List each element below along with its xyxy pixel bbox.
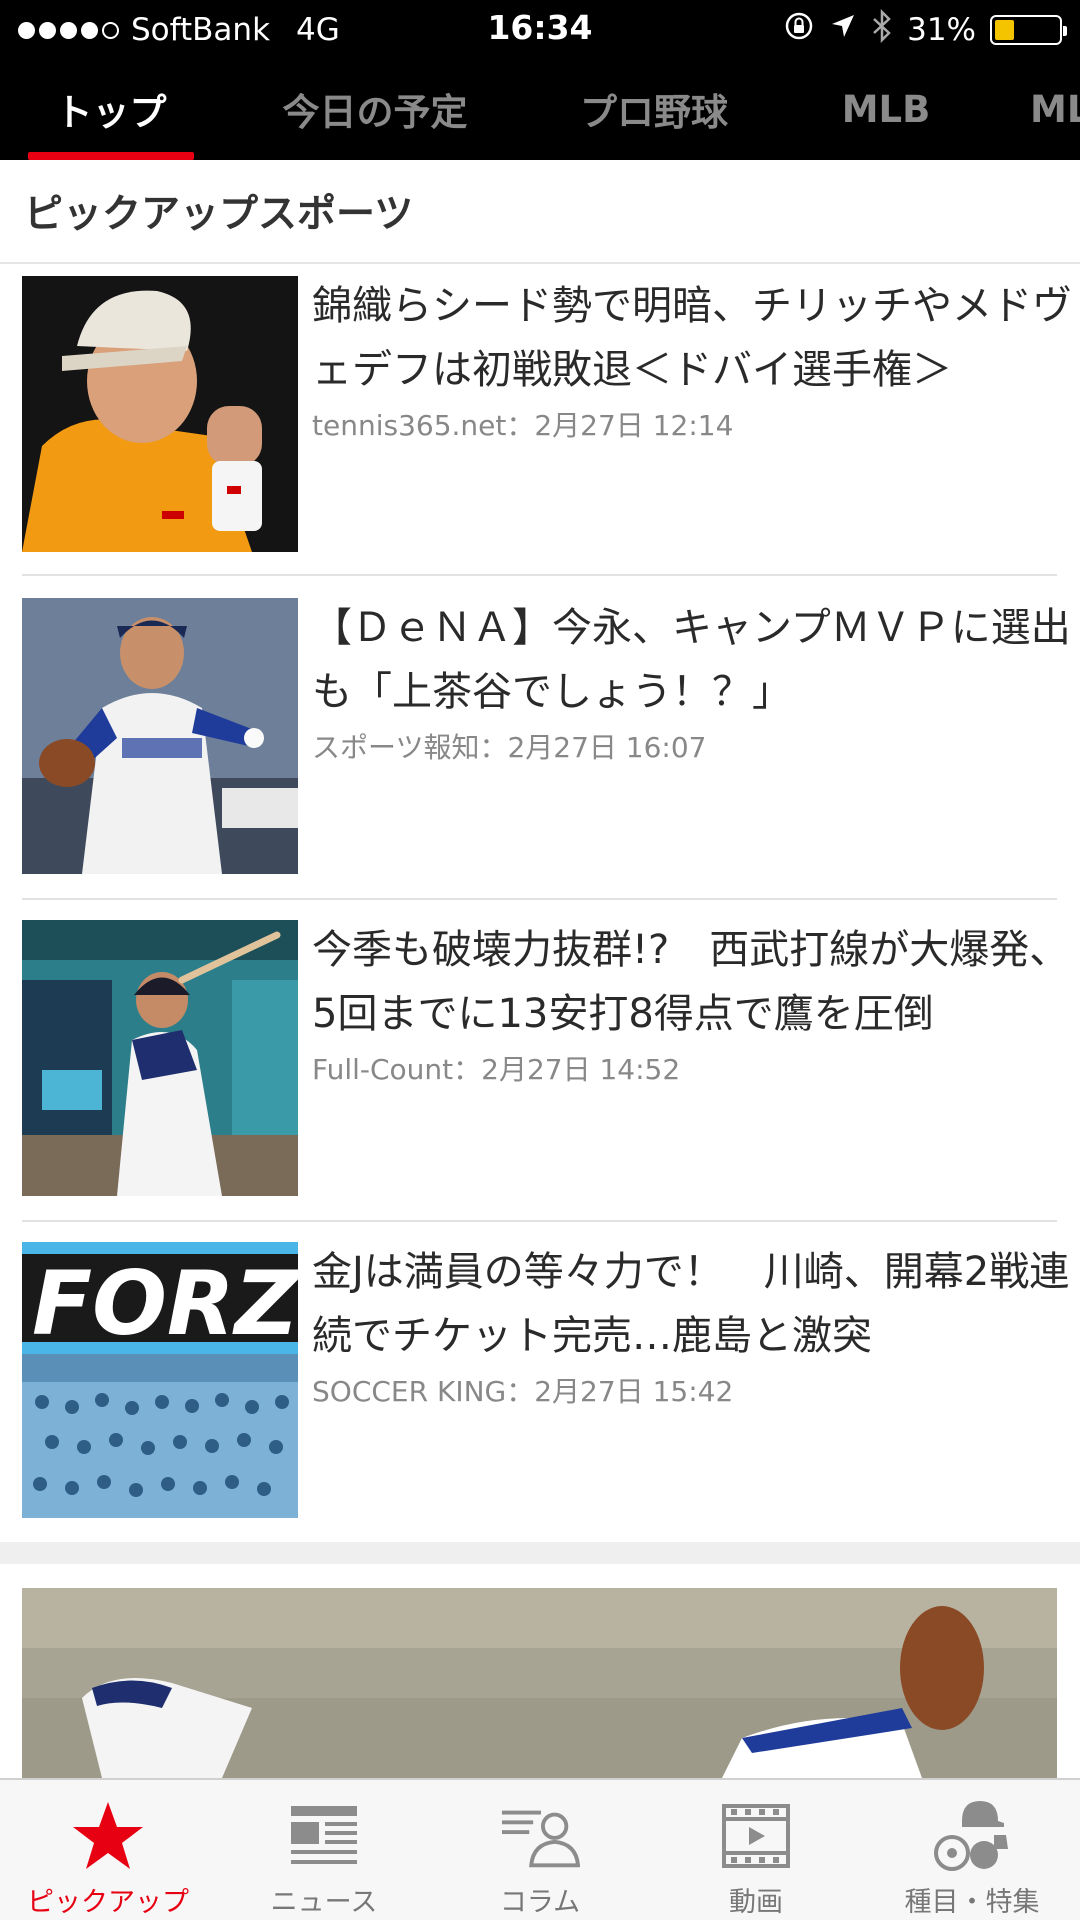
article-meta: SOCCER KING：2月27日 15:42: [312, 1375, 734, 1408]
sports-balls-icon: [932, 1798, 1012, 1874]
article-headline: 錦織らシード勢で明暗、チリッチやメドヴェデフは初戦敗退＜ドバイ選手権＞: [312, 283, 1072, 393]
tab-today-schedule[interactable]: 今日の予定: [270, 58, 480, 160]
nav-news[interactable]: ニュース: [216, 1780, 432, 1920]
status-right: 31%: [783, 8, 1067, 51]
article-meta: tennis365.net：2月27日 12:14: [312, 409, 734, 442]
article-item[interactable]: 錦織らシード勢で明暗、チリッチやメドヴェデフは初戦敗退＜ドバイ選手権＞ tenn…: [22, 276, 1072, 552]
article-item[interactable]: 【ＤｅＮＡ】今永、キャンプＭＶＰに選出も「上茶谷でしょう！？」 スポーツ報知：2…: [22, 598, 1071, 874]
article-text: 錦織らシード勢で明暗、チリッチやメドヴェデフは初戦敗退＜ドバイ選手権＞ tenn…: [312, 274, 1072, 446]
article-headline: 【ＤｅＮＡ】今永、キャンプＭＶＰに選出も「上茶谷でしょう！？」: [312, 605, 1071, 715]
section-title: ピックアップスポーツ: [0, 160, 1080, 264]
tennis-player-photo: [22, 276, 298, 552]
battery-percent: 31%: [907, 12, 976, 48]
featured-photo[interactable]: [22, 1588, 1057, 1778]
article-headline: 今季も破壊力抜群!? 西武打線が大爆発、5回までに13安打8得点で鷹を圧倒: [312, 927, 1070, 1037]
tab-top[interactable]: トップ: [28, 58, 194, 160]
tab-overflow[interactable]: MLB: [1030, 58, 1080, 160]
divider: [22, 898, 1057, 900]
article-text: 金Jは満員の等々力で！ 川崎、開幕2戦連続でチケット完売…鹿島と激突 SOCCE…: [312, 1240, 1072, 1412]
divider: [22, 1220, 1057, 1222]
bluetooth-icon: [871, 8, 893, 51]
column-icon: [500, 1798, 580, 1874]
location-arrow-icon: [829, 12, 857, 48]
status-bar: SoftBank 4G 16:34 31%: [0, 0, 1080, 58]
nav-label: 種目・特集: [904, 1887, 1040, 1918]
article-item[interactable]: 今季も破壊力抜群!? 西武打線が大爆発、5回までに13安打8得点で鷹を圧倒 Fu…: [22, 920, 1069, 1196]
star-icon: [68, 1798, 148, 1874]
article-meta: Full-Count：2月27日 14:52: [312, 1053, 681, 1086]
section-separator: [0, 1542, 1080, 1564]
article-headline: 金Jは満員の等々力で！ 川崎、開幕2戦連続でチケット完売…鹿島と激突: [312, 1249, 1070, 1359]
tab-pro-baseball[interactable]: プロ野球: [564, 58, 744, 160]
article-text: 今季も破壊力抜群!? 西武打線が大爆発、5回までに13安打8得点で鷹を圧倒 Fu…: [312, 918, 1072, 1090]
nav-video[interactable]: 動画: [648, 1780, 864, 1920]
divider: [22, 574, 1057, 576]
nav-pickup[interactable]: ピックアップ: [0, 1780, 216, 1920]
top-tab-bar: トップ 今日の予定 プロ野球 MLB MLB: [0, 58, 1080, 160]
nav-label: 動画: [729, 1887, 783, 1918]
nav-label: ピックアップ: [27, 1887, 189, 1918]
battery-icon: [990, 15, 1067, 45]
tab-mlb[interactable]: MLB: [826, 58, 946, 160]
article-meta: スポーツ報知：2月27日 16:07: [312, 731, 707, 764]
article-item[interactable]: FORZ 金Jは満員の等々力で！ 川崎、開幕2戦連続でチケット完売…鹿島と激突 …: [22, 1242, 1069, 1518]
nav-column[interactable]: コラム: [432, 1780, 648, 1920]
film-icon: [716, 1798, 796, 1874]
soccer-supporters-photo: FORZ: [22, 1242, 298, 1518]
bottom-tab-bar: ピックアップ ニュース コラム 動画 種目・特集: [0, 1778, 1080, 1920]
newspaper-icon: [284, 1798, 364, 1874]
battery-level: [995, 20, 1015, 40]
article-text: 【ＤｅＮＡ】今永、キャンプＭＶＰに選出も「上茶谷でしょう！？」 スポーツ報知：2…: [312, 596, 1072, 768]
baseball-batter-photo: [22, 920, 298, 1196]
nav-label: ニュース: [270, 1887, 378, 1918]
rotation-lock-icon: [783, 10, 815, 50]
svg-text:FORZ: FORZ: [32, 1252, 298, 1355]
nav-label: コラム: [499, 1887, 581, 1918]
baseball-pitcher-photo: [22, 598, 298, 874]
nav-sports-features[interactable]: 種目・特集: [864, 1780, 1080, 1920]
